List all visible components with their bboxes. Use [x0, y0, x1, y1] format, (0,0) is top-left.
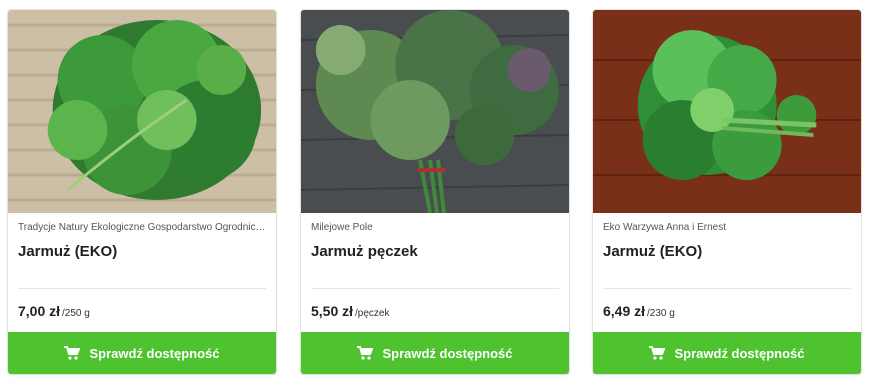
cart-icon — [64, 346, 81, 360]
price-unit: /pęczek — [355, 308, 390, 319]
price-row: 6,49 zł/230 g — [603, 303, 675, 321]
check-availability-label: Sprawdź dostępność — [89, 345, 220, 361]
price-unit: /230 g — [647, 308, 675, 319]
cart-icon — [357, 346, 374, 360]
check-availability-button[interactable]: Sprawdź dostępność — [593, 332, 861, 374]
check-availability-button[interactable]: Sprawdź dostępność — [8, 332, 276, 374]
check-availability-label: Sprawdź dostępność — [382, 345, 513, 361]
product-photo[interactable] — [593, 10, 861, 213]
producer-name[interactable]: Eko Warzywa Anna i Ernest — [603, 222, 851, 233]
product-photo[interactable] — [301, 10, 569, 213]
product-photo[interactable] — [8, 10, 276, 213]
check-availability-button[interactable]: Sprawdź dostępność — [301, 332, 569, 374]
price-unit: /250 g — [62, 308, 90, 319]
kale-photo — [593, 10, 861, 213]
check-availability-label: Sprawdź dostępność — [674, 345, 805, 361]
price-row: 5,50 zł/pęczek — [311, 303, 390, 321]
product-title[interactable]: Jarmuż pęczek — [311, 243, 559, 260]
price: 6,49 zł — [603, 303, 646, 319]
product-card[interactable]: Eko Warzywa Anna i Ernest Jarmuż (EKO) 6… — [592, 9, 862, 375]
kale-photo — [301, 10, 569, 213]
price-row: 7,00 zł/250 g — [18, 303, 90, 321]
cart-icon — [649, 346, 666, 360]
divider — [18, 288, 266, 289]
divider — [603, 288, 851, 289]
price: 7,00 zł — [18, 303, 61, 319]
product-title[interactable]: Jarmuż (EKO) — [18, 243, 266, 260]
producer-name[interactable]: Tradycje Natury Ekologiczne Gospodarstwo… — [18, 222, 266, 233]
kale-photo — [8, 10, 276, 213]
product-card[interactable]: Tradycje Natury Ekologiczne Gospodarstwo… — [7, 9, 277, 375]
product-card[interactable]: Milejowe Pole Jarmuż pęczek 5,50 zł/pęcz… — [300, 9, 570, 375]
product-title[interactable]: Jarmuż (EKO) — [603, 243, 851, 260]
price: 5,50 zł — [311, 303, 354, 319]
producer-name[interactable]: Milejowe Pole — [311, 222, 559, 233]
divider — [311, 288, 559, 289]
